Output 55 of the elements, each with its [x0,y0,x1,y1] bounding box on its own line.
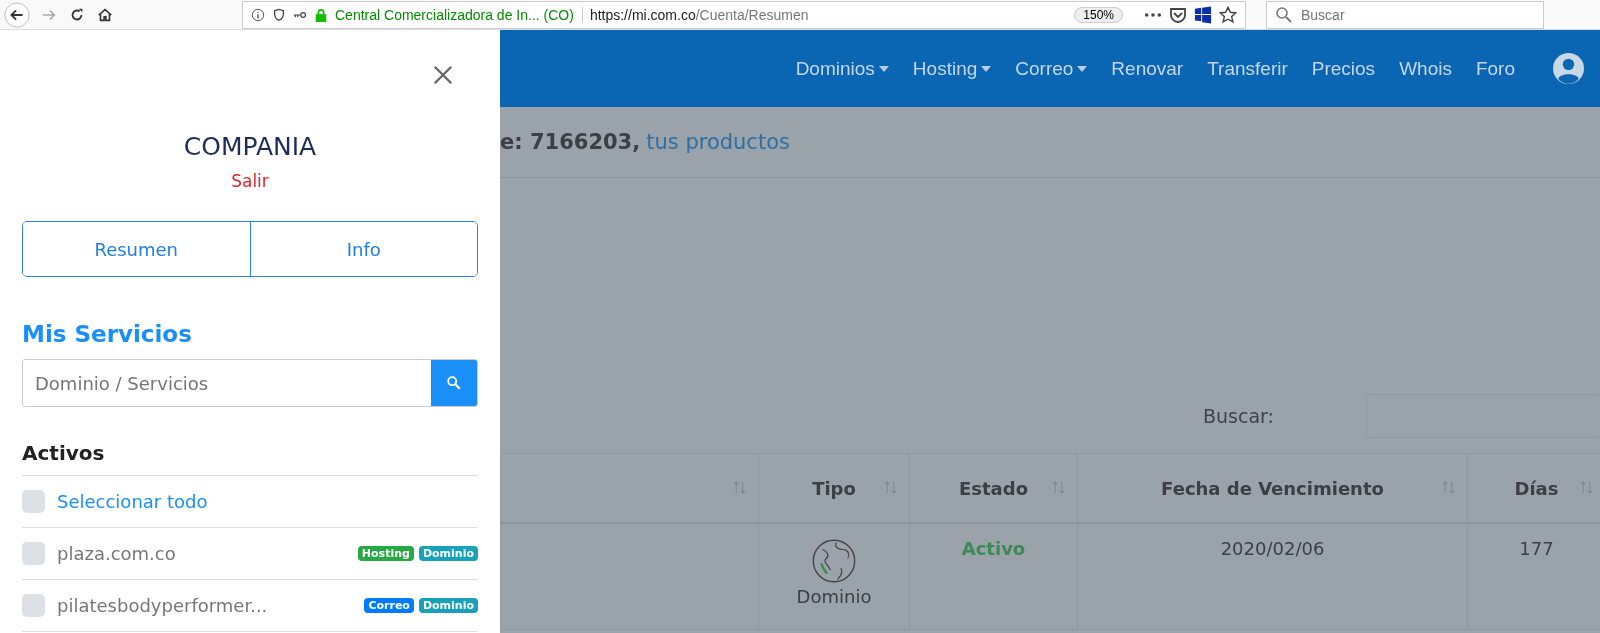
column-header[interactable]: Fecha de Vencimiento [1161,477,1384,499]
caret-icon [878,65,889,72]
globe-icon [811,538,857,584]
company-name: COMPANIA [182,132,318,161]
service-tag: Correo [364,598,414,613]
nav-link[interactable]: Correo [1015,57,1088,80]
lock-icon[interactable] [314,7,328,22]
nav-link[interactable]: Whois [1399,57,1452,80]
url-text[interactable]: https://mi.com.co/Cuenta/Resumen [589,6,1068,23]
products-link[interactable]: tus productos [646,130,790,154]
type-text: Dominio [795,586,873,607]
nav-link[interactable]: Foro [1475,57,1515,80]
checkbox[interactable] [22,594,45,617]
service-name[interactable]: pilatesbodyperformer... [57,595,268,616]
shield-icon[interactable] [272,7,286,22]
select-all-link[interactable]: Seleccionar todo [57,491,208,512]
close-icon[interactable] [432,64,454,86]
expiry-date: 2020/02/06 [1220,538,1325,559]
status-text: Activo [961,538,1026,559]
column-header[interactable]: Estado [959,477,1028,499]
column-header[interactable]: Tipo [812,477,856,499]
nav-link[interactable]: Transferir [1207,57,1288,80]
group-title: Activos [22,441,478,476]
info-icon[interactable] [251,7,265,22]
nav-link[interactable]: Precios [1311,57,1376,80]
star-icon[interactable] [1219,5,1237,24]
section-title: Mis Servicios [22,321,193,347]
nav-link[interactable]: Hosting [912,57,992,80]
zoom-badge[interactable]: 150% [1074,6,1123,23]
column-header[interactable]: Días [1514,477,1559,499]
days-count: 177 [1519,538,1554,559]
nav-link[interactable]: Dominios [795,57,889,80]
browser-search-field[interactable]: Buscar [1266,0,1544,29]
service-name[interactable]: plaza.com.co [57,543,176,564]
search-label: Buscar: [1203,404,1274,427]
pocket-icon[interactable] [1169,5,1187,24]
site-identity[interactable]: Central Comercializadora de In... (CO) [335,6,583,23]
service-tag: Dominio [418,546,478,561]
logout-link[interactable]: Salir [231,171,269,191]
caret-icon [981,65,992,72]
caret-icon [1077,65,1088,72]
search-icon [446,375,462,391]
user-avatar-icon[interactable] [1553,53,1584,84]
header-text: e: 7166203, [500,130,641,154]
back-icon[interactable] [4,1,30,28]
search-button[interactable] [431,360,477,406]
checkbox[interactable] [22,490,45,513]
address-bar[interactable]: Central Comercializadora de In... (CO) https://mi.com.co/Cuenta/Resumen 150% [242,0,1246,29]
service-tag: Hosting [357,546,414,561]
tab[interactable]: Info [249,222,477,276]
service-search-field[interactable]: Dominio / Servicios [22,359,478,407]
service-tag: Dominio [418,598,478,613]
checkbox[interactable] [22,542,45,565]
windows-logo-icon[interactable] [1194,5,1212,24]
nav-link[interactable]: Renovar [1111,57,1184,80]
